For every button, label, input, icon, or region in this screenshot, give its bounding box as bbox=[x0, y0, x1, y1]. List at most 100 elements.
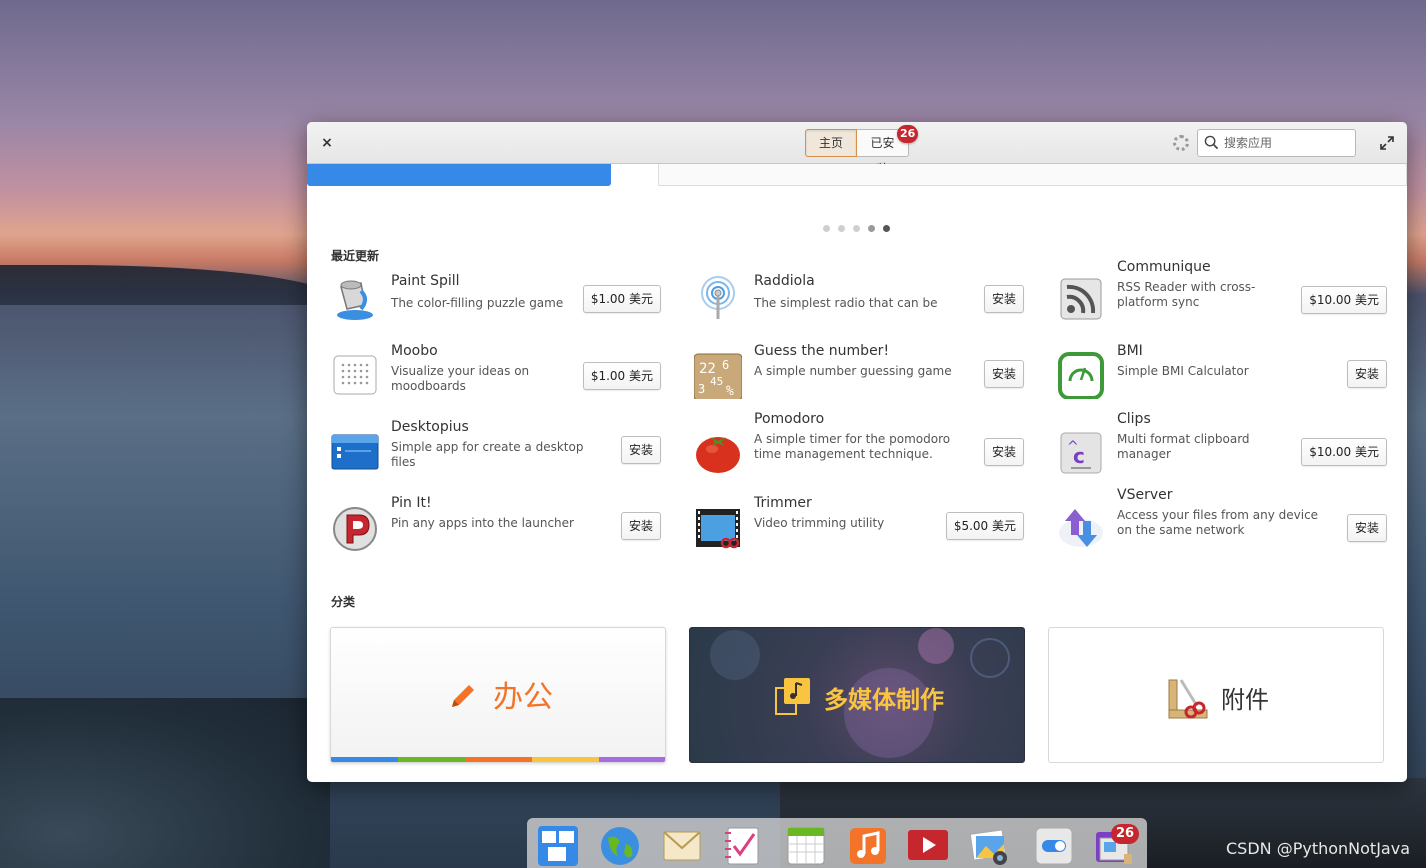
accessories-icon bbox=[1168, 679, 1208, 719]
app-description: Video trimming utility bbox=[754, 516, 885, 530]
desktopius-icon bbox=[331, 434, 379, 470]
clips-icon: ^ c bbox=[1060, 432, 1102, 474]
category-label: 附件 bbox=[1221, 686, 1269, 714]
svg-text:45: 45 bbox=[710, 375, 723, 388]
buy-button[interactable]: $10.00 美元 bbox=[1301, 286, 1387, 314]
app-name: Desktopius bbox=[391, 419, 469, 435]
paint-spill-icon bbox=[337, 280, 373, 320]
banner-dot[interactable] bbox=[823, 225, 830, 232]
app-name: Trimmer bbox=[754, 495, 812, 511]
moobo-icon bbox=[333, 355, 377, 395]
app-item-vserver[interactable]: VServer Access your files from any devic… bbox=[1057, 487, 1387, 557]
install-button[interactable]: 安装 bbox=[983, 285, 1024, 313]
app-item-trimmer[interactable]: Trimmer Video trimming utility $5.00 美元 bbox=[694, 495, 1024, 557]
app-description: The simplest radio that can be bbox=[754, 296, 938, 310]
pin-it-icon bbox=[333, 507, 377, 551]
app-name: Pomodoro bbox=[754, 411, 825, 427]
app-description: The color-filling puzzle game bbox=[391, 296, 564, 310]
app-name: Clips bbox=[1117, 411, 1151, 427]
svg-text:c: c bbox=[1073, 444, 1085, 468]
app-item-paint-spill[interactable]: Paint Spill The color-filling puzzle gam… bbox=[331, 269, 661, 329]
watermark: CSDN @PythonNotJava bbox=[1226, 839, 1410, 858]
music-icon[interactable] bbox=[848, 826, 888, 866]
calendar-icon[interactable] bbox=[786, 826, 826, 866]
svg-text:6: 6 bbox=[722, 358, 729, 372]
app-item-desktopius[interactable]: Desktopius Simple app for create a deskt… bbox=[331, 419, 661, 481]
app-description: Multi format clipboard manager bbox=[1117, 432, 1250, 461]
maximize-icon[interactable] bbox=[1379, 135, 1395, 151]
media-production-icon bbox=[775, 678, 810, 715]
wallpaper-rocks bbox=[0, 698, 330, 868]
headerbar: × 主页 已安装 26 bbox=[307, 122, 1407, 176]
recent-updates-title: 最近更新 bbox=[331, 249, 380, 263]
loading-spinner-icon bbox=[1173, 135, 1189, 151]
install-button[interactable]: 安装 bbox=[983, 360, 1024, 388]
buy-button[interactable]: $10.00 美元 bbox=[1301, 438, 1387, 466]
featured-banner-next[interactable] bbox=[658, 164, 1407, 186]
banner-page-indicator bbox=[823, 225, 890, 232]
category-media-production[interactable]: 多媒体制作 bbox=[689, 627, 1025, 763]
color-stripe bbox=[331, 757, 398, 762]
tasks-icon[interactable] bbox=[722, 826, 762, 866]
banner-dot[interactable] bbox=[868, 225, 875, 232]
app-description: Pin any apps into the launcher bbox=[391, 516, 574, 530]
app-name: VServer bbox=[1117, 487, 1173, 503]
app-description: Access your files from any device on the… bbox=[1117, 508, 1319, 537]
install-button[interactable]: 安装 bbox=[983, 438, 1024, 466]
bmi-icon bbox=[1058, 352, 1104, 399]
search-input[interactable] bbox=[1224, 134, 1349, 152]
app-item-pomodoro[interactable]: Pomodoro A simple timer for the pomodoro… bbox=[694, 411, 1024, 481]
install-button[interactable]: 安装 bbox=[1346, 360, 1387, 388]
buy-button[interactable]: $5.00 美元 bbox=[945, 512, 1024, 540]
buy-button[interactable]: $1.00 美元 bbox=[582, 285, 661, 313]
banner-dot[interactable] bbox=[853, 225, 860, 232]
web-browser-icon[interactable] bbox=[600, 826, 640, 866]
tab-home[interactable]: 主页 bbox=[805, 129, 857, 157]
app-description: Simple app for create a desktop files bbox=[391, 440, 584, 469]
bokeh-light bbox=[710, 630, 760, 680]
color-stripe bbox=[465, 757, 532, 762]
videos-icon[interactable] bbox=[908, 826, 948, 866]
app-item-pin-it[interactable]: Pin It! Pin any apps into the launcher 安… bbox=[331, 495, 661, 557]
app-name: BMI bbox=[1117, 343, 1143, 359]
app-item-raddiola[interactable]: Raddiola The simplest radio that can be … bbox=[694, 269, 1024, 329]
close-button[interactable]: × bbox=[319, 134, 335, 152]
view-mode-switcher: 主页 已安装 26 bbox=[805, 125, 919, 176]
appcenter-updates-badge: 26 bbox=[1111, 824, 1139, 844]
search-icon bbox=[1204, 135, 1219, 150]
guess-number-icon: 22 6 3 45 % bbox=[694, 353, 742, 399]
category-label: 多媒体制作 bbox=[824, 686, 944, 714]
trimmer-icon bbox=[696, 509, 740, 549]
install-button[interactable]: 安装 bbox=[620, 512, 661, 540]
featured-banner-previous[interactable] bbox=[307, 164, 611, 186]
app-item-communique[interactable]: Communique RSS Reader with cross-platfor… bbox=[1057, 259, 1387, 329]
categories-title: 分类 bbox=[331, 595, 356, 609]
svg-text:3: 3 bbox=[698, 382, 705, 396]
app-item-bmi[interactable]: BMI Simple BMI Calculator 安装 bbox=[1057, 343, 1387, 405]
banner-dot-active[interactable] bbox=[883, 225, 890, 232]
system-settings-icon[interactable] bbox=[1034, 826, 1074, 866]
photos-icon[interactable] bbox=[970, 826, 1010, 866]
banner-dot[interactable] bbox=[838, 225, 845, 232]
bokeh-light bbox=[918, 628, 954, 664]
app-item-guess-the-number[interactable]: 22 6 3 45 % Guess the number! A simple n… bbox=[694, 343, 1024, 405]
category-label: 办公 bbox=[493, 680, 553, 715]
app-description: A simple timer for the pomodoro time man… bbox=[754, 432, 951, 461]
install-button[interactable]: 安装 bbox=[1346, 514, 1387, 542]
app-description: RSS Reader with cross-platform sync bbox=[1117, 280, 1256, 309]
category-accessories[interactable]: 附件 bbox=[1048, 627, 1384, 763]
search-box[interactable] bbox=[1197, 129, 1356, 157]
app-item-moobo[interactable]: Moobo Visualize your ideas on moodboards… bbox=[331, 343, 661, 405]
app-item-clips[interactable]: ^ c Clips Multi format clipboard manager… bbox=[1057, 411, 1387, 481]
svg-text:%: % bbox=[726, 384, 734, 399]
pomodoro-icon bbox=[696, 437, 740, 473]
category-office[interactable]: 办公 bbox=[330, 627, 666, 763]
mail-icon[interactable] bbox=[662, 826, 702, 866]
install-button[interactable]: 安装 bbox=[620, 436, 661, 464]
color-stripe bbox=[532, 757, 599, 762]
multitasking-view-icon[interactable] bbox=[538, 826, 578, 866]
app-name: Pin It! bbox=[391, 495, 432, 511]
app-name: Raddiola bbox=[754, 273, 815, 289]
buy-button[interactable]: $1.00 美元 bbox=[582, 362, 661, 390]
appcenter-window: × 主页 已安装 26 最近更新 bbox=[307, 122, 1407, 782]
